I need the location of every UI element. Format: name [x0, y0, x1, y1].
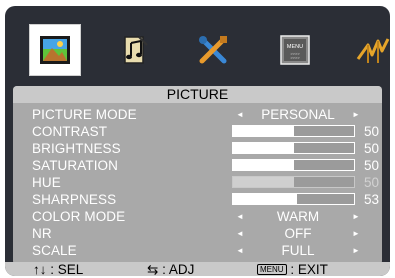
tab-audio[interactable] — [111, 26, 159, 74]
select-hint: ↑↓ : SEL — [33, 262, 83, 276]
setting-label: NR — [32, 226, 52, 241]
arrow-right-icon[interactable]: ► — [352, 225, 360, 242]
menu-icon-text: MENU — [287, 44, 303, 50]
tab-picture[interactable] — [29, 24, 81, 76]
setting-number: 50 — [364, 175, 380, 190]
tab-channel[interactable] — [349, 26, 390, 74]
setting-picture-mode[interactable]: PICTURE MODE ◄ PERSONAL ► — [13, 106, 382, 123]
setting-value: FULL — [281, 243, 315, 258]
setting-brightness[interactable]: BRIGHTNESS 50 — [13, 140, 382, 157]
key-hint-bar: ↑↓ : SEL ⇆ : ADJ MENU : EXIT — [5, 262, 390, 276]
setting-number: 50 — [364, 158, 380, 173]
arrow-left-icon[interactable]: ◄ — [236, 225, 244, 242]
menu-tab-bar: MENU >>>> >>>> — [23, 24, 390, 78]
setting-label: HUE — [32, 175, 61, 190]
level-bar — [232, 176, 355, 188]
level-bar-fill — [233, 194, 298, 204]
picture-menu: PICTURE PICTURE MODE ◄ PERSONAL ► CONTRA… — [13, 86, 382, 265]
level-bar-fill — [233, 126, 294, 136]
arrow-right-icon[interactable]: ► — [352, 242, 360, 259]
menu-key-icon: MENU — [257, 264, 287, 275]
level-bar[interactable] — [232, 142, 355, 154]
arrow-left-icon[interactable]: ◄ — [236, 208, 244, 225]
setting-label: COLOR MODE — [32, 209, 126, 224]
level-bar-fill — [233, 177, 294, 187]
left-right-arrows-icon: ⇆ — [147, 262, 159, 276]
exit-hint-label: : EXIT — [290, 262, 328, 276]
setting-label: SCALE — [32, 243, 77, 258]
setting-value: WARM — [276, 209, 320, 224]
setting-number: 50 — [364, 124, 380, 139]
arrow-left-icon[interactable]: ◄ — [236, 106, 244, 123]
setting-nr[interactable]: NR ◄ OFF ► — [13, 225, 382, 242]
svg-text:>>>>: >>>> — [290, 55, 300, 60]
antenna-icon — [356, 38, 390, 63]
menu-icon: MENU >>>> >>>> — [280, 35, 310, 65]
arrow-left-icon[interactable]: ◄ — [236, 242, 244, 259]
osd-panel: MENU >>>> >>>> PICTURE PICTURE MODE ◄ PE… — [5, 6, 390, 276]
setting-number: 50 — [364, 141, 380, 156]
arrow-right-icon[interactable]: ► — [352, 106, 360, 123]
setting-hue: HUE 50 — [13, 174, 382, 191]
setting-label: CONTRAST — [32, 124, 108, 139]
setting-label: BRIGHTNESS — [32, 141, 121, 156]
setting-color-mode[interactable]: COLOR MODE ◄ WARM ► — [13, 208, 382, 225]
up-down-arrows-icon: ↑↓ — [33, 262, 47, 276]
tools-icon — [199, 36, 227, 64]
level-bar[interactable] — [232, 159, 355, 171]
setting-contrast[interactable]: CONTRAST 50 — [13, 123, 382, 140]
setting-label: SATURATION — [32, 158, 119, 173]
level-bar[interactable] — [232, 193, 355, 205]
adjust-hint-label: : ADJ — [162, 262, 195, 276]
arrow-right-icon[interactable]: ► — [352, 208, 360, 225]
setting-label: PICTURE MODE — [32, 107, 137, 122]
adjust-hint: ⇆ : ADJ — [147, 262, 194, 276]
tab-menu-setup[interactable]: MENU >>>> >>>> — [271, 26, 319, 74]
setting-sharpness[interactable]: SHARPNESS 53 — [13, 191, 382, 208]
setting-value: PERSONAL — [261, 107, 335, 122]
picture-icon — [40, 36, 70, 64]
setting-saturation[interactable]: SATURATION 50 — [13, 157, 382, 174]
audio-icon — [124, 36, 148, 64]
setting-value: OFF — [284, 226, 312, 241]
level-bar-fill — [233, 143, 294, 153]
tab-tools[interactable] — [189, 26, 237, 74]
level-bar-fill — [233, 160, 294, 170]
select-hint-label: : SEL — [50, 262, 84, 276]
setting-number: 53 — [364, 192, 380, 207]
menu-title: PICTURE — [13, 86, 382, 103]
setting-scale[interactable]: SCALE ◄ FULL ► — [13, 242, 382, 259]
level-bar[interactable] — [232, 125, 355, 137]
setting-label: SHARPNESS — [32, 192, 117, 207]
exit-hint: MENU : EXIT — [257, 262, 328, 276]
